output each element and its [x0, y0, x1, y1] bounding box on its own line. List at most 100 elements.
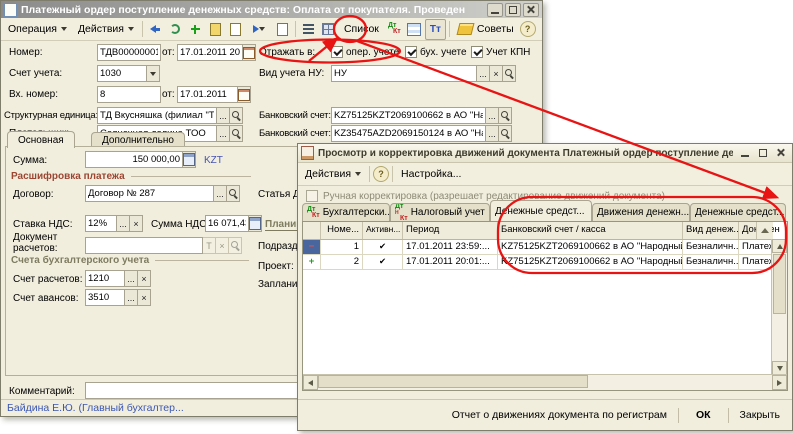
dtkt-postings-button[interactable]: ДтКт [385, 20, 404, 39]
lookup-button[interactable] [503, 65, 516, 82]
ellipsis-button[interactable]: ... [477, 65, 490, 82]
col-header-account[interactable]: Банковский счет / касса [498, 222, 683, 239]
bank-account-input-2[interactable] [331, 125, 486, 142]
cell-number[interactable]: 1 [321, 240, 363, 254]
cell-kind[interactable]: Безналичн... [683, 240, 739, 254]
movement-row[interactable]: − 1 ✔ 17.01.2011 23:59:... KZ75125KZT206… [303, 240, 773, 255]
incoming-number-input[interactable] [97, 86, 161, 103]
tab-main[interactable]: Основная [7, 131, 75, 148]
dropdown-button[interactable] [147, 65, 160, 82]
minimize-button[interactable] [487, 3, 503, 17]
maximize-button[interactable] [505, 3, 521, 17]
help-button[interactable]: ? [520, 21, 536, 37]
vat-sum-input[interactable] [205, 215, 249, 232]
contract-input[interactable] [85, 185, 214, 202]
copy-add-button[interactable] [206, 20, 225, 39]
list-view-button[interactable] [299, 20, 318, 39]
lookup-button[interactable] [230, 107, 243, 124]
cell-kind[interactable]: Безналичн... [683, 255, 739, 269]
scroll-left-button[interactable] [303, 375, 318, 390]
ellipsis-button[interactable]: ... [214, 185, 227, 202]
cell-account[interactable]: KZ75125KZT2069100662 в АО "Народный Банк… [498, 255, 683, 269]
cell-account[interactable]: KZ75125KZT2069100662 в АО "Народный Банк… [498, 240, 683, 254]
settlement-account-input[interactable] [85, 270, 125, 287]
clear-button[interactable]: × [138, 270, 151, 287]
cell-active-check[interactable]: ✔ [363, 255, 403, 269]
calculator-button[interactable] [183, 151, 196, 168]
window2-titlebar[interactable]: Просмотр и корректировка движений докуме… [298, 144, 792, 163]
horizontal-scrollbar[interactable] [303, 374, 787, 390]
ellipsis-button[interactable]: ... [217, 125, 230, 142]
scroll-right-button[interactable] [772, 375, 787, 390]
operation-menu[interactable]: Операция [3, 21, 72, 37]
vertical-scroll-thumb[interactable] [773, 254, 786, 314]
kpn-checkbox[interactable] [471, 46, 483, 58]
clear-button[interactable]: × [130, 215, 143, 232]
lookup-button[interactable] [229, 237, 242, 254]
ellipsis-button[interactable]: ... [486, 125, 499, 142]
clear-button[interactable]: × [138, 289, 151, 306]
tips-button[interactable]: Советы [453, 21, 519, 37]
col-header-active[interactable]: Активн... [363, 222, 403, 239]
col-header-period[interactable]: Период [403, 222, 498, 239]
bank-account-input-1[interactable] [331, 107, 486, 124]
lookup-button[interactable] [230, 125, 243, 142]
clear-button[interactable]: × [490, 65, 503, 82]
account-input[interactable] [97, 65, 147, 82]
calendar-button[interactable] [243, 44, 256, 61]
help-button[interactable]: ? [373, 166, 389, 182]
close-button[interactable] [773, 146, 789, 160]
manual-adjustment-checkbox[interactable] [306, 190, 318, 202]
incoming-date-input[interactable] [177, 86, 238, 103]
structure-button[interactable] [319, 20, 338, 39]
scroll-up-button[interactable] [772, 239, 787, 253]
ellipsis-button[interactable]: ... [125, 289, 138, 306]
col-header-marker[interactable] [303, 222, 321, 239]
actions-menu[interactable]: Действия [300, 166, 366, 182]
type-button[interactable]: T [203, 237, 216, 254]
calendar-button[interactable] [238, 86, 251, 103]
lookup-button[interactable] [499, 107, 512, 124]
vertical-scrollbar[interactable] [771, 239, 787, 375]
col-header-number[interactable]: Номе... [321, 222, 363, 239]
tab-cash-movements[interactable]: Движения денежн... [592, 203, 690, 221]
post-and-close-button[interactable] [146, 20, 165, 39]
tab-cash-register-2[interactable]: Денежные средст... [690, 203, 786, 221]
ok-button[interactable]: ОК [686, 406, 721, 424]
settlement-doc-input[interactable] [85, 237, 203, 254]
description-button[interactable]: Тт [425, 19, 446, 40]
horizontal-scroll-thumb[interactable] [318, 375, 588, 388]
calculator-button[interactable] [249, 215, 262, 232]
cell-active-check[interactable]: ✔ [363, 240, 403, 254]
close-window-button[interactable]: Закрыть [736, 406, 784, 424]
date-input[interactable] [177, 44, 243, 61]
buh-account-checkbox[interactable] [405, 46, 417, 58]
tab-tax[interactable]: ДтНКтНалоговый учет [390, 203, 490, 221]
lookup-button[interactable] [499, 125, 512, 142]
tab-cash-register[interactable]: Денежные средст... [490, 200, 592, 221]
ellipsis-button[interactable]: ... [486, 107, 499, 124]
movement-row[interactable]: + 2 ✔ 17.01.2011 20:01:... KZ75125KZT206… [303, 255, 773, 270]
minimize-button[interactable] [737, 146, 753, 160]
actions-menu[interactable]: Действия [73, 21, 139, 37]
cell-number[interactable]: 2 [321, 255, 363, 269]
copy-button[interactable] [226, 20, 245, 39]
sum-input[interactable] [85, 151, 183, 168]
list-button[interactable]: Список [339, 21, 384, 37]
close-button[interactable] [523, 3, 539, 17]
col-header-kind[interactable]: Вид денеж... [683, 222, 739, 239]
registers-report-button[interactable]: Отчет о движениях документа по регистрам [448, 406, 671, 424]
cell-period[interactable]: 17.01.2011 23:59:... [403, 240, 498, 254]
settings-button[interactable]: Настройка... [396, 166, 466, 182]
number-input[interactable] [97, 44, 161, 61]
tab-accounting[interactable]: ДтКтБухгалтерски... [302, 203, 390, 221]
sort-indicator[interactable] [756, 222, 772, 240]
ellipsis-button[interactable]: ... [217, 107, 230, 124]
posting-result-button[interactable] [405, 20, 424, 39]
unit-input[interactable] [97, 107, 217, 124]
go-button[interactable] [246, 20, 272, 39]
clear-button[interactable]: × [216, 237, 229, 254]
scroll-down-button[interactable] [772, 361, 787, 375]
reread-button[interactable] [166, 20, 185, 39]
window1-titlebar[interactable]: Платежный ордер поступление денежных сре… [1, 1, 542, 18]
